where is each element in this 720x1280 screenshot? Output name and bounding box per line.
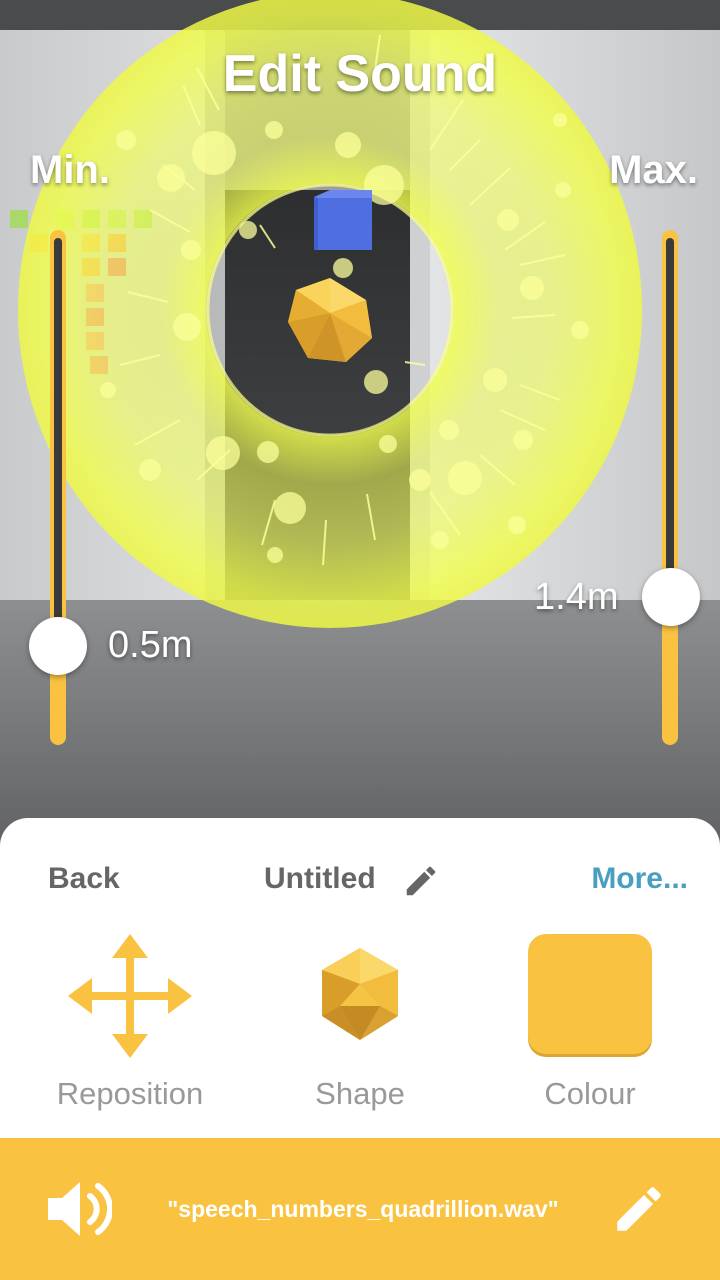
page-title: Edit Sound (222, 45, 498, 103)
back-button[interactable]: Back (48, 862, 120, 896)
shape-button[interactable]: Shape (260, 930, 460, 1120)
speaker-icon[interactable] (46, 1178, 112, 1240)
blue-cube-object (314, 190, 372, 250)
colour-swatch (528, 934, 652, 1054)
max-range-value: 1.4m (534, 576, 619, 618)
reposition-label: Reposition (56, 1076, 204, 1111)
icosahedron-icon (322, 948, 398, 1040)
shape-label: Shape (315, 1076, 405, 1111)
colour-label: Colour (544, 1076, 636, 1111)
min-range-value: 0.5m (108, 624, 193, 666)
min-slider-thumb[interactable] (29, 617, 87, 675)
max-slider-thumb[interactable] (642, 568, 700, 626)
pencil-icon[interactable] (402, 862, 440, 900)
sound-file-name: "speech_numbers_quadrillion.wav" (167, 1196, 559, 1222)
colour-button[interactable]: Colour (490, 930, 690, 1120)
move-arrows-icon (68, 934, 192, 1058)
min-range-label: Min. (30, 148, 110, 192)
max-slider-inactive-track (666, 238, 674, 576)
ar-camera-view: Edit Sound Min. Max. 0.5m 1.4m (0, 0, 720, 860)
pencil-icon[interactable] (610, 1180, 668, 1238)
sound-name[interactable]: Untitled (264, 862, 376, 896)
reposition-button[interactable]: Reposition (30, 930, 230, 1120)
sound-range-visualization (18, 0, 642, 628)
more-button[interactable]: More... (591, 862, 688, 896)
max-range-slider[interactable] (662, 230, 678, 745)
min-slider-inactive-track (54, 238, 62, 623)
max-range-label: Max. (609, 148, 698, 192)
